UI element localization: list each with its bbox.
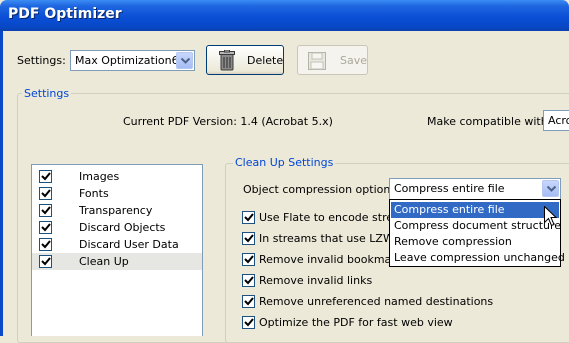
cleanup-settings-legend: Clean Up Settings xyxy=(233,156,336,169)
option-label: Remove unreferenced named destinations xyxy=(259,295,494,308)
chevron-down-icon[interactable] xyxy=(542,180,559,197)
list-item-images[interactable]: Images xyxy=(32,168,202,185)
category-list: Images Fonts Transparency Discard Object… xyxy=(31,164,203,336)
compatibility-select[interactable]: Acro xyxy=(543,110,569,131)
settings-select[interactable]: Max Optimization6 xyxy=(70,50,195,71)
option-label: Use Flate to encode stream xyxy=(259,211,411,224)
save-button-label: Save xyxy=(340,54,368,67)
floppy-disk-icon xyxy=(308,52,326,73)
list-item-discard-user-data[interactable]: Discard User Data xyxy=(32,236,202,253)
dropdown-option[interactable]: Remove compression xyxy=(391,234,559,250)
make-compatible-label: Make compatible with: xyxy=(427,115,552,128)
current-pdf-version: Current PDF Version: 1.4 (Acrobat 5.x) xyxy=(123,115,333,128)
remove-links-checkbox[interactable] xyxy=(242,274,255,287)
fast-web-view-checkbox[interactable] xyxy=(242,316,255,329)
dropdown-option[interactable]: Compress document structure xyxy=(391,218,561,234)
delete-button-label: Delete xyxy=(247,54,284,67)
chevron-down-icon[interactable] xyxy=(176,52,193,69)
list-item-fonts[interactable]: Fonts xyxy=(32,185,202,202)
trash-icon xyxy=(219,49,235,74)
discard-objects-checkbox[interactable] xyxy=(39,221,52,234)
mouse-cursor-icon xyxy=(544,205,558,230)
settings-label: Settings: xyxy=(17,54,66,67)
option-label: Optimize the PDF for fast web view xyxy=(259,316,453,329)
list-item-label: Transparency xyxy=(79,204,153,217)
list-item-label: Discard User Data xyxy=(79,238,179,251)
save-button[interactable]: Save xyxy=(297,45,368,75)
compression-select[interactable]: Compress entire file xyxy=(389,178,561,200)
compression-label: Object compression options: xyxy=(243,183,400,196)
flate-encode-checkbox[interactable] xyxy=(242,211,255,224)
title-bar[interactable]: PDF Optimizer xyxy=(0,0,569,31)
option-label: In streams that use LZW er xyxy=(259,232,409,245)
option-label: Remove invalid bookmarks xyxy=(259,253,408,266)
compatibility-select-value: Acro xyxy=(548,114,569,127)
settings-group-legend: Settings xyxy=(22,87,72,100)
list-item-label: Clean Up xyxy=(79,255,129,268)
lzw-streams-checkbox[interactable] xyxy=(242,232,255,245)
discard-user-data-checkbox[interactable] xyxy=(39,238,52,251)
clean-up-checkbox[interactable] xyxy=(39,255,52,268)
list-item-discard-objects[interactable]: Discard Objects xyxy=(32,219,202,236)
compression-dropdown-list: Compress entire file Compress document s… xyxy=(389,199,565,267)
list-item-transparency[interactable]: Transparency xyxy=(32,202,202,219)
dropdown-option[interactable]: Leave compression unchanged xyxy=(391,250,565,266)
list-item-label: Fonts xyxy=(79,187,109,200)
list-item-label: Images xyxy=(79,170,120,183)
remove-bookmarks-checkbox[interactable] xyxy=(242,253,255,266)
dropdown-option[interactable]: Compress entire file xyxy=(391,202,559,218)
option-label: Remove invalid links xyxy=(259,274,373,287)
list-item-clean-up[interactable]: Clean Up xyxy=(32,253,202,270)
window-title: PDF Optimizer xyxy=(8,6,122,22)
images-checkbox[interactable] xyxy=(39,170,52,183)
delete-button[interactable]: Delete xyxy=(206,45,284,75)
remove-destinations-checkbox[interactable] xyxy=(242,295,255,308)
transparency-checkbox[interactable] xyxy=(39,204,52,217)
list-item-label: Discard Objects xyxy=(79,221,166,234)
settings-select-value: Max Optimization6 xyxy=(75,54,179,67)
fonts-checkbox[interactable] xyxy=(39,187,52,200)
compression-select-value: Compress entire file xyxy=(394,182,505,195)
